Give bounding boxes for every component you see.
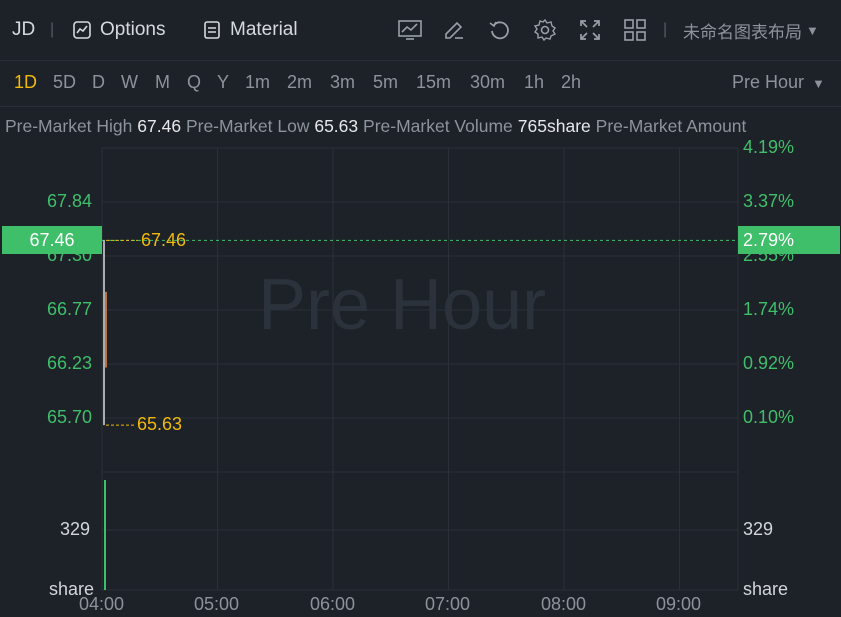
volume-value: 765share (517, 116, 591, 136)
time-tick: 09:00 (656, 594, 702, 614)
low-label: Pre-Market Low (185, 116, 310, 136)
timeframe-30m[interactable]: 30m (470, 72, 505, 93)
layout-select[interactable]: 未命名图表布局 ▼ (683, 16, 819, 44)
layout-grid-icon[interactable] (623, 16, 647, 44)
timeframe-2m[interactable]: 2m (287, 72, 312, 93)
current-percent-tag: 2.79% (738, 226, 840, 254)
amount-label: Pre-Market Amount (595, 116, 747, 136)
layout-name: 未命名图表布局 (683, 22, 802, 42)
time-tick: 08:00 (541, 594, 587, 614)
chart-grid (101, 147, 739, 591)
undo-icon[interactable] (488, 16, 512, 44)
chevron-down-icon: ▼ (806, 22, 819, 38)
material-label: Material (230, 19, 298, 40)
material-button[interactable]: Material (203, 16, 298, 44)
symbol-label[interactable]: JD (12, 16, 35, 44)
timeframe-5m[interactable]: 5m (373, 72, 398, 93)
current-price-tag: 67.46 (2, 226, 102, 254)
options-icon (73, 21, 91, 39)
price-tick: 65.70 (47, 407, 93, 427)
timeframe-1m[interactable]: 1m (245, 72, 270, 93)
timeframe-w[interactable]: W (121, 72, 138, 93)
timeframe-2h[interactable]: 2h (561, 72, 581, 93)
session-label: Pre Hour (732, 72, 805, 92)
timeframe-1h[interactable]: 1h (524, 72, 544, 93)
high-label: Pre-Market High (5, 116, 133, 136)
time-tick: 07:00 (425, 594, 471, 614)
volume-tick-right: 329 (743, 519, 774, 539)
top-toolbar: JD | Options Material | 未命名图表布局 ▼ (0, 0, 841, 61)
timeframe-q[interactable]: Q (187, 72, 201, 93)
indicator-icon[interactable] (398, 16, 422, 44)
volume-bar (104, 480, 106, 590)
time-tick: 06:00 (310, 594, 356, 614)
timeframe-15m[interactable]: 15m (416, 72, 451, 93)
volume-tick-left: 329 (60, 519, 91, 539)
percent-tick: 4.19% (743, 137, 795, 157)
timeframe-m[interactable]: M (155, 72, 170, 93)
timeframe-bar: 1D 5D D W M Q Y 1m 2m 3m 5m 15m 30m 1h 2… (0, 60, 841, 107)
options-label: Options (100, 19, 166, 40)
draw-icon[interactable] (443, 16, 465, 44)
timeframe-5d[interactable]: 5D (53, 72, 76, 93)
price-tick: 66.23 (47, 353, 93, 373)
timeframe-3m[interactable]: 3m (330, 72, 355, 93)
percent-tick: 3.37% (743, 191, 795, 211)
chart-watermark: Pre Hour (258, 265, 547, 345)
toolbar-divider: | (663, 21, 668, 38)
time-tick: 04:00 (79, 594, 125, 614)
timeframe-1d[interactable]: 1D (14, 72, 37, 93)
high-marker-label: 67.46 (141, 230, 187, 250)
percent-tick: 1.74% (743, 299, 795, 319)
options-button[interactable]: Options (72, 16, 165, 44)
fullscreen-icon[interactable] (578, 16, 602, 44)
low-marker-label: 65.63 (137, 414, 183, 434)
chevron-down-icon: ▼ (812, 76, 825, 91)
low-value: 65.63 (314, 116, 359, 136)
price-tick: 66.77 (47, 299, 93, 319)
session-select[interactable]: Pre Hour ▼ (732, 72, 825, 93)
timeframe-y[interactable]: Y (217, 72, 229, 93)
stats-line: Pre-Market High 67.46 Pre-Market Low 65.… (5, 116, 746, 137)
settings-icon[interactable] (533, 16, 557, 44)
time-tick: 05:00 (194, 594, 240, 614)
toolbar-divider: | (50, 21, 55, 38)
volume-label: Pre-Market Volume (363, 116, 513, 136)
price-tick: 67.84 (47, 191, 93, 211)
high-value: 67.46 (137, 116, 182, 136)
premarket-stats: Pre-Market High 67.46 Pre-Market Low 65.… (0, 116, 841, 138)
percent-tick: 0.92% (743, 353, 795, 373)
percent-tick: 0.10% (743, 407, 795, 427)
chart-canvas[interactable] (0, 140, 841, 617)
volume-unit-right: share (743, 579, 789, 599)
timeframe-d[interactable]: D (92, 72, 105, 93)
document-icon (204, 21, 220, 39)
